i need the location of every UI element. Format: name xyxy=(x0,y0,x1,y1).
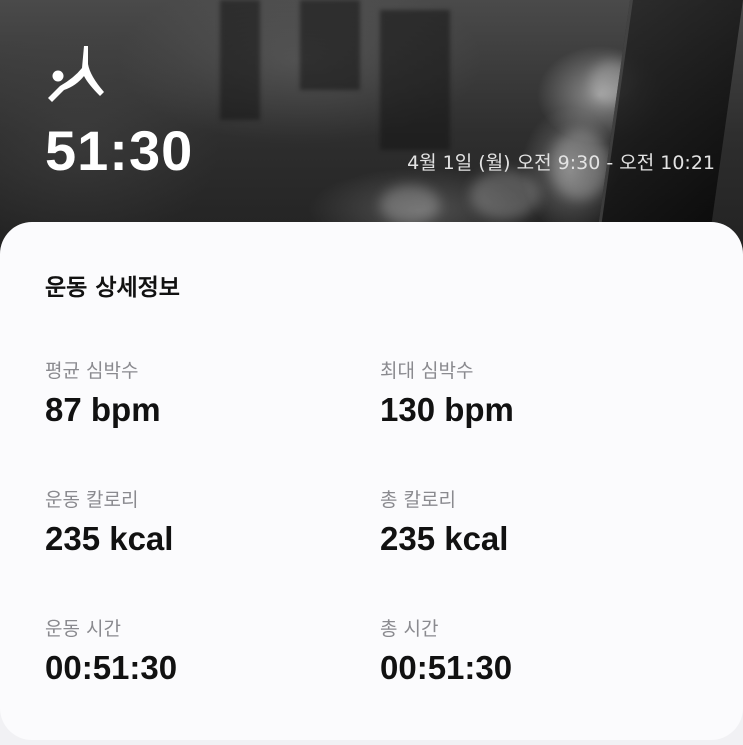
stat-label-total-time: 총 시간 xyxy=(380,618,439,640)
background-bar xyxy=(220,0,260,120)
background-bokeh xyxy=(470,170,540,220)
stat-value-max-heart-rate: 130 bpm xyxy=(380,391,514,428)
background-bar xyxy=(380,10,450,150)
workout-duration: 51:30 xyxy=(45,119,194,182)
stat-label-workout-time: 운동 시간 xyxy=(45,618,121,640)
stat-value-avg-heart-rate: 87 bpm xyxy=(45,391,161,428)
workout-details-card: 운동 상세정보 평균 심박수 87 bpm 최대 심박수 130 bpm 운동 … xyxy=(0,222,743,740)
stat-value-total-time: 00:51:30 xyxy=(380,649,513,686)
background-equipment xyxy=(596,0,743,240)
stat-label-total-calories: 총 칼로리 xyxy=(380,489,456,511)
stretching-person-icon xyxy=(48,46,104,102)
stat-label-workout-calories: 운동 칼로리 xyxy=(45,489,139,511)
background-bokeh xyxy=(380,185,440,225)
workout-time-range: 4월 1일 (월) 오전 9:30 - 오전 10:21 xyxy=(407,152,715,174)
stat-label-max-heart-rate: 최대 심박수 xyxy=(380,360,474,382)
stat-value-workout-time: 00:51:30 xyxy=(45,649,178,686)
workout-detail-screen: 51:30 4월 1일 (월) 오전 9:30 - 오전 10:21 운동 상세… xyxy=(0,0,743,745)
stat-value-workout-calories: 235 kcal xyxy=(45,520,174,557)
card-title: 운동 상세정보 xyxy=(45,275,180,301)
stat-label-avg-heart-rate: 평균 심박수 xyxy=(45,360,139,382)
background-bar xyxy=(300,0,360,90)
stat-value-total-calories: 235 kcal xyxy=(380,520,509,557)
